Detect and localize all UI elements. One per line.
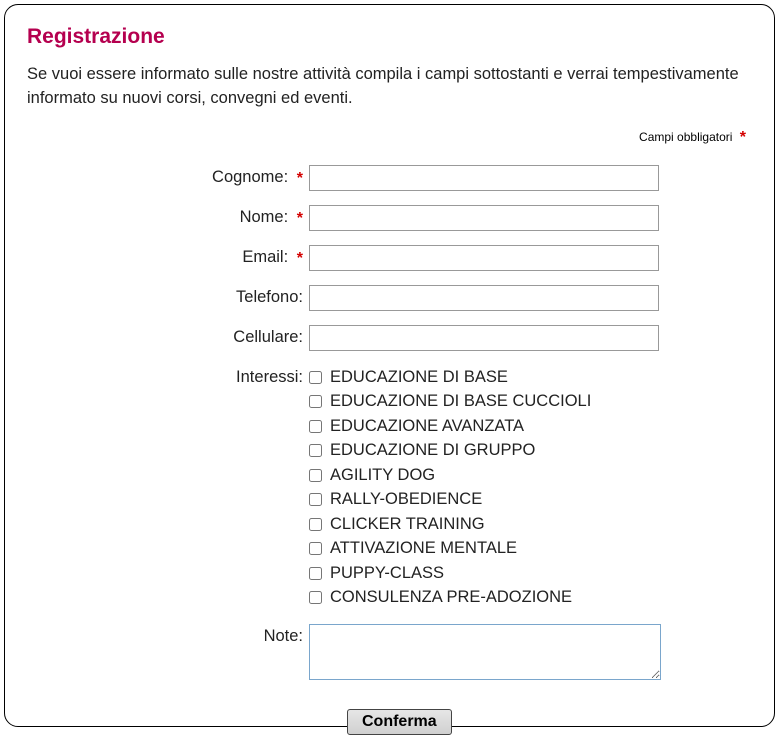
interest-item: EDUCAZIONE DI BASE [309,365,591,390]
interest-item: CLICKER TRAINING [309,512,591,537]
asterisk-icon: * [293,210,303,227]
email-input[interactable] [309,245,659,271]
interest-checkbox[interactable] [309,371,322,384]
cellulare-label: Cellulare: [27,325,309,347]
interest-checkbox[interactable] [309,420,322,433]
interest-checkbox[interactable] [309,444,322,457]
interests-list: EDUCAZIONE DI BASE EDUCAZIONE DI BASE CUC… [309,365,591,610]
interest-item: AGILITY DOG [309,463,591,488]
required-fields-note: Campi obbligatori * [27,129,752,147]
telefono-input[interactable] [309,285,659,311]
interest-label: EDUCAZIONE DI GRUPPO [330,441,535,460]
asterisk-icon: * [293,170,303,187]
interest-checkbox[interactable] [309,567,322,580]
note-textarea[interactable] [309,624,661,680]
interest-item: CONSULENZA PRE-ADOZIONE [309,585,591,610]
interest-item: EDUCAZIONE DI BASE CUCCIOLI [309,389,591,414]
interest-checkbox[interactable] [309,591,322,604]
interest-item: PUPPY-CLASS [309,561,591,586]
interest-label: AGILITY DOG [330,466,435,485]
registration-form: Cognome: * Nome: * Email: * [27,165,752,735]
nome-input[interactable] [309,205,659,231]
telefono-label: Telefono: [27,285,309,307]
interest-item: EDUCAZIONE AVANZATA [309,414,591,439]
interessi-label: Interessi: [27,365,309,387]
cognome-label: Cognome: * [27,165,309,188]
cellulare-input[interactable] [309,325,659,351]
interest-label: EDUCAZIONE DI BASE [330,368,508,387]
email-label: Email: * [27,245,309,268]
interest-label: EDUCAZIONE DI BASE CUCCIOLI [330,392,591,411]
interest-label: CONSULENZA PRE-ADOZIONE [330,588,572,607]
interest-label: EDUCAZIONE AVANZATA [330,417,524,436]
interest-label: CLICKER TRAINING [330,515,485,534]
asterisk-icon: * [293,250,303,267]
page-title: Registrazione [27,25,752,49]
interest-item: RALLY-OBEDIENCE [309,487,591,512]
nome-label: Nome: * [27,205,309,228]
intro-text: Se vuoi essere informato sulle nostre at… [27,63,752,111]
registration-card: Registrazione Se vuoi essere informato s… [4,4,775,727]
cognome-input[interactable] [309,165,659,191]
asterisk-icon: * [736,129,746,146]
interest-label: RALLY-OBEDIENCE [330,490,482,509]
interest-checkbox[interactable] [309,469,322,482]
interest-checkbox[interactable] [309,542,322,555]
interest-item: ATTIVAZIONE MENTALE [309,536,591,561]
interest-label: PUPPY-CLASS [330,564,444,583]
interest-checkbox[interactable] [309,395,322,408]
required-fields-label: Campi obbligatori [639,130,732,144]
interest-label: ATTIVAZIONE MENTALE [330,539,517,558]
interest-item: EDUCAZIONE DI GRUPPO [309,438,591,463]
interest-checkbox[interactable] [309,493,322,506]
note-label: Note: [27,624,309,646]
interest-checkbox[interactable] [309,518,322,531]
